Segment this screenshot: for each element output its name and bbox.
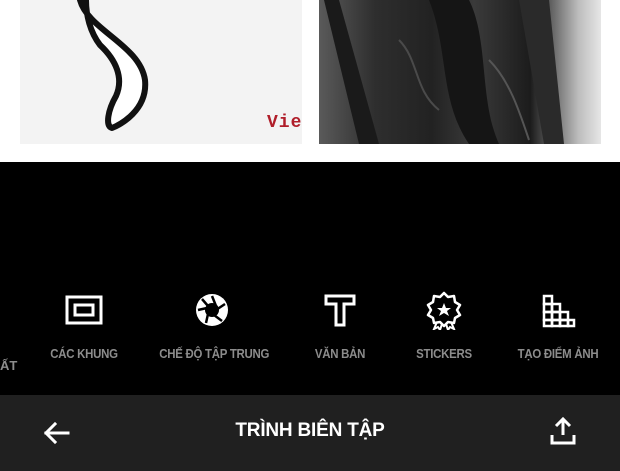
aperture-focus-icon — [196, 294, 228, 326]
preview-photo-right — [319, 0, 601, 144]
tool-stickers[interactable]: STICKERS — [408, 290, 480, 361]
tool-partial-label[interactable]: ẤT — [0, 358, 17, 373]
tool-stickers-label: STICKERS — [416, 346, 472, 361]
tool-pixelate-label: TẠO ĐIỂM ẢNH — [517, 346, 599, 361]
tool-pixelate[interactable]: TẠO ĐIỂM ẢNH — [512, 290, 604, 361]
tool-focus-mode[interactable]: CHẾ ĐỘ TẬP TRUNG — [152, 290, 272, 361]
tool-text[interactable]: VĂN BẢN — [300, 290, 380, 361]
editor-tools-strip: ẤT CÁC KHUNG CHẾ ĐỘ TẬP TRUNG VĂN BẢN ST… — [0, 162, 620, 395]
watermark-text: Vietl — [267, 113, 302, 133]
tool-text-label: VĂN BẢN — [314, 346, 366, 361]
frame-icon — [65, 295, 103, 325]
tool-focus-mode-label: CHẾ ĐỘ TẬP TRUNG — [159, 346, 270, 361]
tool-frames-label: CÁC KHUNG — [50, 346, 118, 361]
preview-photo-left: Vietl — [20, 0, 302, 144]
tool-frames[interactable]: CÁC KHUNG — [45, 290, 123, 361]
pixelate-icon — [542, 294, 576, 328]
upload-share-icon[interactable] — [547, 415, 579, 447]
text-icon — [324, 294, 356, 327]
page-title: TRÌNH BIÊN TẬP — [235, 420, 385, 441]
image-preview: Vietl — [0, 0, 620, 162]
editor-bottom-bar: TRÌNH BIÊN TẬP — [0, 395, 620, 471]
sticker-badge-icon — [426, 291, 462, 330]
